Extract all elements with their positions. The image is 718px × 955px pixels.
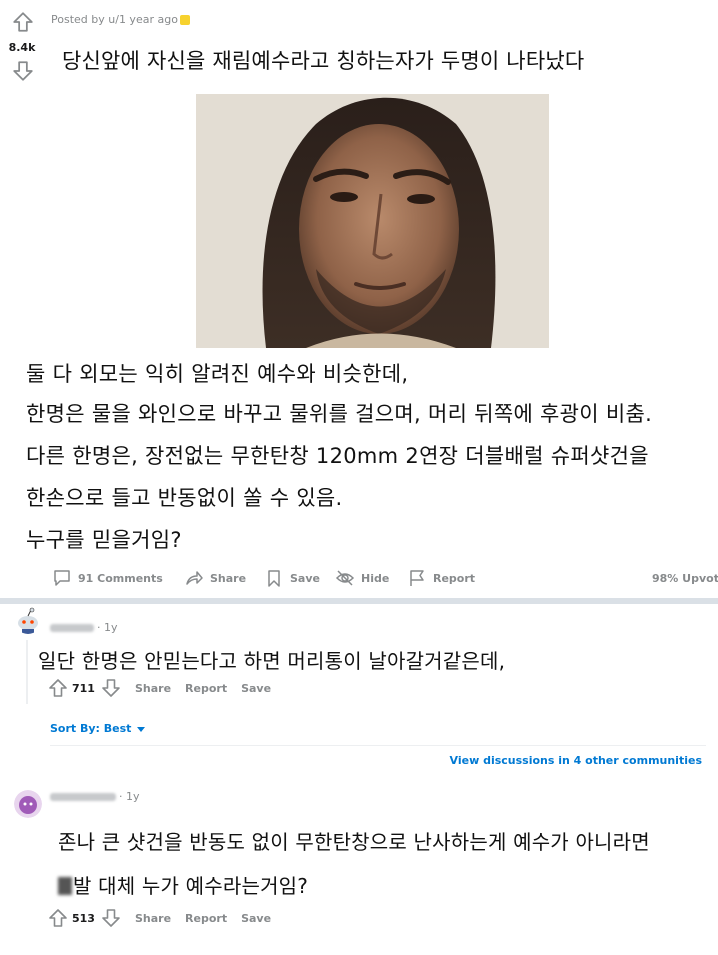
- post-body-line-3: 다른 한명은, 장전없는 무한탄창 120mm 2연장 더블배럴 슈퍼샷건을: [26, 444, 649, 468]
- share-button[interactable]: Share: [184, 566, 246, 590]
- comment-2-actions: 513 Share Report Save: [48, 907, 271, 929]
- comment-2-meta: · 1y: [50, 790, 140, 803]
- post-body-line-5: 누구를 믿을거임?: [26, 528, 182, 552]
- comments-button[interactable]: 91 Comments: [52, 566, 163, 590]
- bookmark-icon: [268, 570, 280, 587]
- save-button[interactable]: Save: [264, 566, 320, 590]
- post-author-prefix: Posted by u/: [51, 13, 119, 26]
- hide-button[interactable]: Hide: [335, 566, 389, 590]
- comment-2-text-line-2: 발 대체 누가 예수라는거임?: [58, 870, 308, 899]
- post-image[interactable]: [196, 94, 549, 348]
- post-vote-column: 8.4k: [0, 0, 44, 100]
- comment-1-time: · 1y: [97, 621, 118, 634]
- comment-2-votes: 513: [72, 911, 95, 925]
- comments-count-label: 91 Comments: [78, 571, 163, 585]
- post-action-bar: 91 Comments Share Save Hide Report 98% U…: [0, 566, 718, 590]
- comment-2-author-redacted[interactable]: [50, 793, 116, 801]
- post-card: 8.4k Posted by u/1 year ago 당신앞에 자신을 재림예…: [0, 0, 718, 598]
- award-icon[interactable]: [180, 15, 190, 25]
- chevron-down-icon: [137, 726, 146, 732]
- report-button[interactable]: Report: [407, 566, 475, 590]
- portrait-image: [196, 94, 549, 348]
- downvote-arrow-icon[interactable]: [12, 60, 34, 82]
- comment-1-save-button[interactable]: Save: [241, 682, 271, 695]
- flag-icon: [410, 570, 424, 586]
- comment-1-actions: 711 Share Report Save: [48, 677, 271, 699]
- save-label: Save: [290, 571, 320, 585]
- comment-1-report-button[interactable]: Report: [185, 682, 227, 695]
- post-meta: Posted by u/1 year ago: [51, 13, 178, 26]
- share-label: Share: [210, 571, 247, 585]
- comment-2-time: · 1y: [119, 790, 140, 803]
- user-avatar-icon[interactable]: [14, 790, 42, 818]
- downvote-arrow-icon[interactable]: [101, 908, 121, 928]
- post-body-line-4: 한손으로 들고 반동없이 쏠 수 있음.: [26, 486, 343, 510]
- comment-2-text-line-1: 존나 큰 샷건을 반동도 없이 무한탄창으로 난사하는게 예수가 아니라면: [58, 830, 650, 854]
- snoo-avatar-icon[interactable]: [14, 606, 42, 634]
- post-title[interactable]: 당신앞에 자신을 재림예수라고 칭하는자가 두명이 나타났다: [62, 45, 584, 75]
- comment-2-report-button[interactable]: Report: [185, 912, 227, 925]
- comment-1-text: 일단 한명은 안믿는다고 하면 머리통이 날아갈거같은데,: [38, 649, 506, 673]
- sort-dropdown[interactable]: Sort By: Best: [50, 722, 146, 735]
- upvote-arrow-icon[interactable]: [48, 678, 68, 698]
- upvote-arrow-icon[interactable]: [12, 11, 34, 33]
- share-arrow-icon: [186, 571, 203, 585]
- comment-1-share-button[interactable]: Share: [135, 682, 171, 695]
- comment-1-meta: · 1y: [50, 621, 118, 634]
- eye-slash-icon: [335, 570, 355, 586]
- censored-character: [58, 877, 72, 895]
- divider: [50, 745, 706, 746]
- sort-label: Sort By: Best: [50, 722, 132, 735]
- comment-1-thread-line[interactable]: [26, 640, 28, 704]
- post-score: 8.4k: [8, 41, 36, 54]
- comment-2-share-button[interactable]: Share: [135, 912, 171, 925]
- upvoted-percentage: 98% Upvoted: [652, 571, 718, 585]
- comment-2-text-line-2-content: 발 대체 누가 예수라는거임?: [73, 874, 309, 898]
- upvote-arrow-icon[interactable]: [48, 908, 68, 928]
- comment-1-votes: 711: [72, 681, 95, 695]
- comment-bubble-icon: [54, 570, 70, 586]
- comment-2-save-button[interactable]: Save: [241, 912, 271, 925]
- comment-1-author-redacted[interactable]: [50, 624, 94, 632]
- hide-label: Hide: [361, 571, 390, 585]
- report-label: Report: [433, 571, 476, 585]
- view-discussions-link[interactable]: View discussions in 4 other communities: [450, 754, 702, 767]
- post-time: 1 year ago: [118, 13, 178, 26]
- post-body-line-2: 한명은 물을 와인으로 바꾸고 물위를 걸으며, 머리 뒤쪽에 후광이 비춤.: [26, 402, 653, 426]
- downvote-arrow-icon[interactable]: [101, 678, 121, 698]
- post-body-line-1: 둘 다 외모는 익히 알려진 예수와 비슷한데,: [26, 362, 409, 386]
